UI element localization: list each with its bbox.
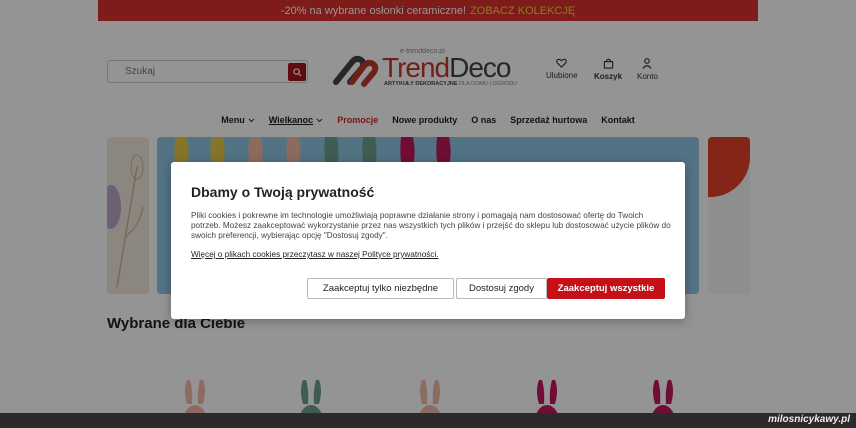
page: -20% na wybrane osłonki ceramiczne! ZOBA…: [0, 0, 856, 428]
dialog-body: Pliki cookies i pokrewne im technologie …: [191, 211, 671, 240]
privacy-policy-link[interactable]: Więcej o plikach cookies przeczytasz w n…: [191, 250, 439, 259]
watermark-bar: milosnicykawy.pl: [0, 413, 856, 428]
watermark-text: milosnicykawy.pl: [768, 414, 850, 425]
customize-consent-button[interactable]: Dostosuj zgody: [456, 278, 547, 299]
accept-all-button[interactable]: Zaakceptuj wszystkie: [547, 278, 665, 299]
dialog-title: Dbamy o Twoją prywatność: [191, 184, 375, 200]
accept-necessary-button[interactable]: Zaakceptuj tylko niezbędne: [307, 278, 454, 299]
cookie-consent-dialog: Dbamy o Twoją prywatność Pliki cookies i…: [171, 162, 685, 319]
